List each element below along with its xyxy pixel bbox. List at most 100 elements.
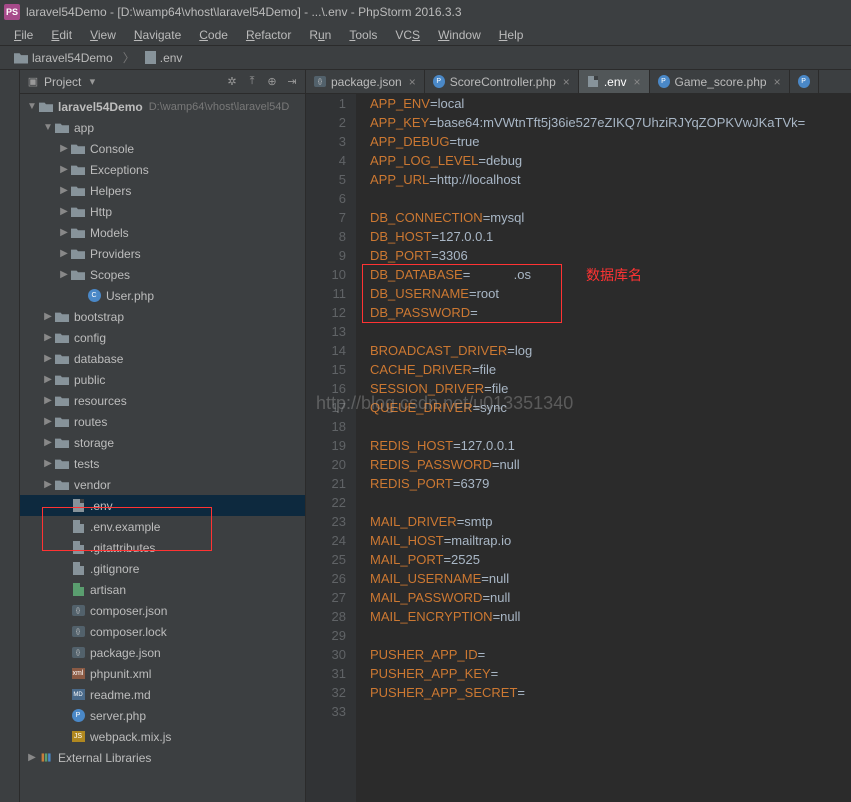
text-file-icon	[588, 76, 598, 87]
code-line[interactable]: DB_CONNECTION=mysql	[370, 208, 851, 227]
menu-code[interactable]: Code	[191, 26, 236, 44]
tool-window-stripe[interactable]	[0, 70, 20, 802]
menu-run[interactable]: Run	[301, 26, 339, 44]
code-line[interactable]	[370, 626, 851, 645]
tree-file[interactable]: .gitattributes	[20, 537, 305, 558]
menu-file[interactable]: File	[6, 26, 41, 44]
tree-folder[interactable]: ▶Exceptions	[20, 159, 305, 180]
code-line[interactable]: APP_LOG_LEVEL=debug	[370, 151, 851, 170]
code-line[interactable]: QUEUE_DRIVER=sync	[370, 398, 851, 417]
code-line[interactable]: REDIS_PASSWORD=null	[370, 455, 851, 474]
php-icon: P	[798, 75, 810, 88]
editor[interactable]: 1234567891011121314151617181920212223242…	[306, 94, 851, 802]
collapse-icon[interactable]: ⤒	[245, 75, 259, 89]
gear-icon[interactable]: ✲	[225, 75, 239, 89]
close-tab-icon[interactable]: ×	[774, 75, 781, 89]
code-line[interactable]	[370, 322, 851, 341]
code-area[interactable]: 数据库名 http://blog.csdn.net/u013351340 APP…	[356, 94, 851, 802]
code-line[interactable]	[370, 417, 851, 436]
tree-folder[interactable]: ▶config	[20, 327, 305, 348]
code-line[interactable]	[370, 189, 851, 208]
code-line[interactable]: MAIL_USERNAME=null	[370, 569, 851, 588]
hide-icon[interactable]: ⇥	[285, 75, 299, 89]
code-line[interactable]: MAIL_ENCRYPTION=null	[370, 607, 851, 626]
code-line[interactable]	[370, 702, 851, 721]
tree-file[interactable]: MDreadme.md	[20, 684, 305, 705]
tree-file[interactable]: {}package.json	[20, 642, 305, 663]
tree-user-php[interactable]: C User.php	[20, 285, 305, 306]
code-line[interactable]: SESSION_DRIVER=file	[370, 379, 851, 398]
project-dropdown-icon[interactable]: ▾	[85, 75, 99, 89]
tree-folder[interactable]: ▶tests	[20, 453, 305, 474]
code-line[interactable]: APP_ENV=local	[370, 94, 851, 113]
code-line[interactable]: MAIL_PORT=2525	[370, 550, 851, 569]
tree-external-libs[interactable]: ▶ External Libraries	[20, 747, 305, 768]
tree-folder[interactable]: ▶vendor	[20, 474, 305, 495]
project-tree[interactable]: ▼ laravel54Demo D:\wamp64\vhost\laravel5…	[20, 94, 305, 802]
code-line[interactable]: PUSHER_APP_KEY=	[370, 664, 851, 683]
code-line[interactable]: REDIS_PORT=6379	[370, 474, 851, 493]
menu-window[interactable]: Window	[430, 26, 489, 44]
project-header: ▣ Project ▾ ✲ ⤒ ⊕ ⇥	[20, 70, 305, 94]
tree-file[interactable]: xmlphpunit.xml	[20, 663, 305, 684]
code-line[interactable]: DB_PORT=3306	[370, 246, 851, 265]
code-line[interactable]	[370, 493, 851, 512]
tree-folder[interactable]: ▶routes	[20, 411, 305, 432]
tree-file[interactable]: JSwebpack.mix.js	[20, 726, 305, 747]
project-toggle-icon[interactable]: ▣	[26, 75, 40, 89]
menu-vcs[interactable]: VCS	[387, 26, 428, 44]
code-line[interactable]: PUSHER_APP_ID=	[370, 645, 851, 664]
code-line[interactable]: REDIS_HOST=127.0.0.1	[370, 436, 851, 455]
tree-file[interactable]: Pserver.php	[20, 705, 305, 726]
tree-folder[interactable]: ▶Http	[20, 201, 305, 222]
tree-env-example[interactable]: .env.example	[20, 516, 305, 537]
tree-folder[interactable]: ▶Providers	[20, 243, 305, 264]
code-line[interactable]: APP_KEY=base64:mVWtnTft5j36ie527eZIKQ7Uh…	[370, 113, 851, 132]
tree-env[interactable]: .env	[20, 495, 305, 516]
editor-tab-overflow[interactable]: P	[790, 70, 819, 93]
tree-folder[interactable]: ▶Models	[20, 222, 305, 243]
tree-folder[interactable]: ▶bootstrap	[20, 306, 305, 327]
tree-folder[interactable]: ▶Console	[20, 138, 305, 159]
code-line[interactable]: DB_HOST=127.0.0.1	[370, 227, 851, 246]
editor-tab[interactable]: .env×	[579, 70, 650, 93]
code-line[interactable]: CACHE_DRIVER=file	[370, 360, 851, 379]
code-line[interactable]: MAIL_DRIVER=smtp	[370, 512, 851, 531]
folder-icon	[71, 164, 85, 175]
code-line[interactable]: BROADCAST_DRIVER=log	[370, 341, 851, 360]
editor-tab[interactable]: PGame_score.php×	[650, 70, 790, 93]
menu-navigate[interactable]: Navigate	[126, 26, 189, 44]
menu-refactor[interactable]: Refactor	[238, 26, 299, 44]
tree-root[interactable]: ▼ laravel54Demo D:\wamp64\vhost\laravel5…	[20, 96, 305, 117]
menu-view[interactable]: View	[82, 26, 124, 44]
tree-folder[interactable]: ▶database	[20, 348, 305, 369]
tree-folder[interactable]: ▶storage	[20, 432, 305, 453]
tree-folder[interactable]: ▶public	[20, 369, 305, 390]
breadcrumb-file[interactable]: .env	[139, 49, 189, 67]
tree-app[interactable]: ▼ app	[20, 117, 305, 138]
menu-tools[interactable]: Tools	[341, 26, 385, 44]
tree-folder[interactable]: ▶resources	[20, 390, 305, 411]
code-line[interactable]: MAIL_HOST=mailtrap.io	[370, 531, 851, 550]
editor-tab[interactable]: {}package.json×	[306, 70, 425, 93]
menu-help[interactable]: Help	[491, 26, 532, 44]
folder-icon	[71, 227, 85, 238]
menu-edit[interactable]: Edit	[43, 26, 80, 44]
tree-file[interactable]: {}composer.lock	[20, 621, 305, 642]
editor-tab[interactable]: PScoreController.php×	[425, 70, 579, 93]
tree-file[interactable]: artisan	[20, 579, 305, 600]
close-tab-icon[interactable]: ×	[409, 75, 416, 89]
tree-folder[interactable]: ▶Scopes	[20, 264, 305, 285]
tree-folder[interactable]: ▶Helpers	[20, 180, 305, 201]
code-line[interactable]: MAIL_PASSWORD=null	[370, 588, 851, 607]
folder-icon	[55, 416, 69, 427]
tree-file[interactable]: {}composer.json	[20, 600, 305, 621]
code-line[interactable]: APP_DEBUG=true	[370, 132, 851, 151]
tree-file[interactable]: .gitignore	[20, 558, 305, 579]
close-tab-icon[interactable]: ×	[634, 75, 641, 89]
locate-icon[interactable]: ⊕	[265, 75, 279, 89]
breadcrumb-root[interactable]: laravel54Demo	[8, 49, 119, 67]
code-line[interactable]: PUSHER_APP_SECRET=	[370, 683, 851, 702]
code-line[interactable]: APP_URL=http://localhost	[370, 170, 851, 189]
close-tab-icon[interactable]: ×	[563, 75, 570, 89]
